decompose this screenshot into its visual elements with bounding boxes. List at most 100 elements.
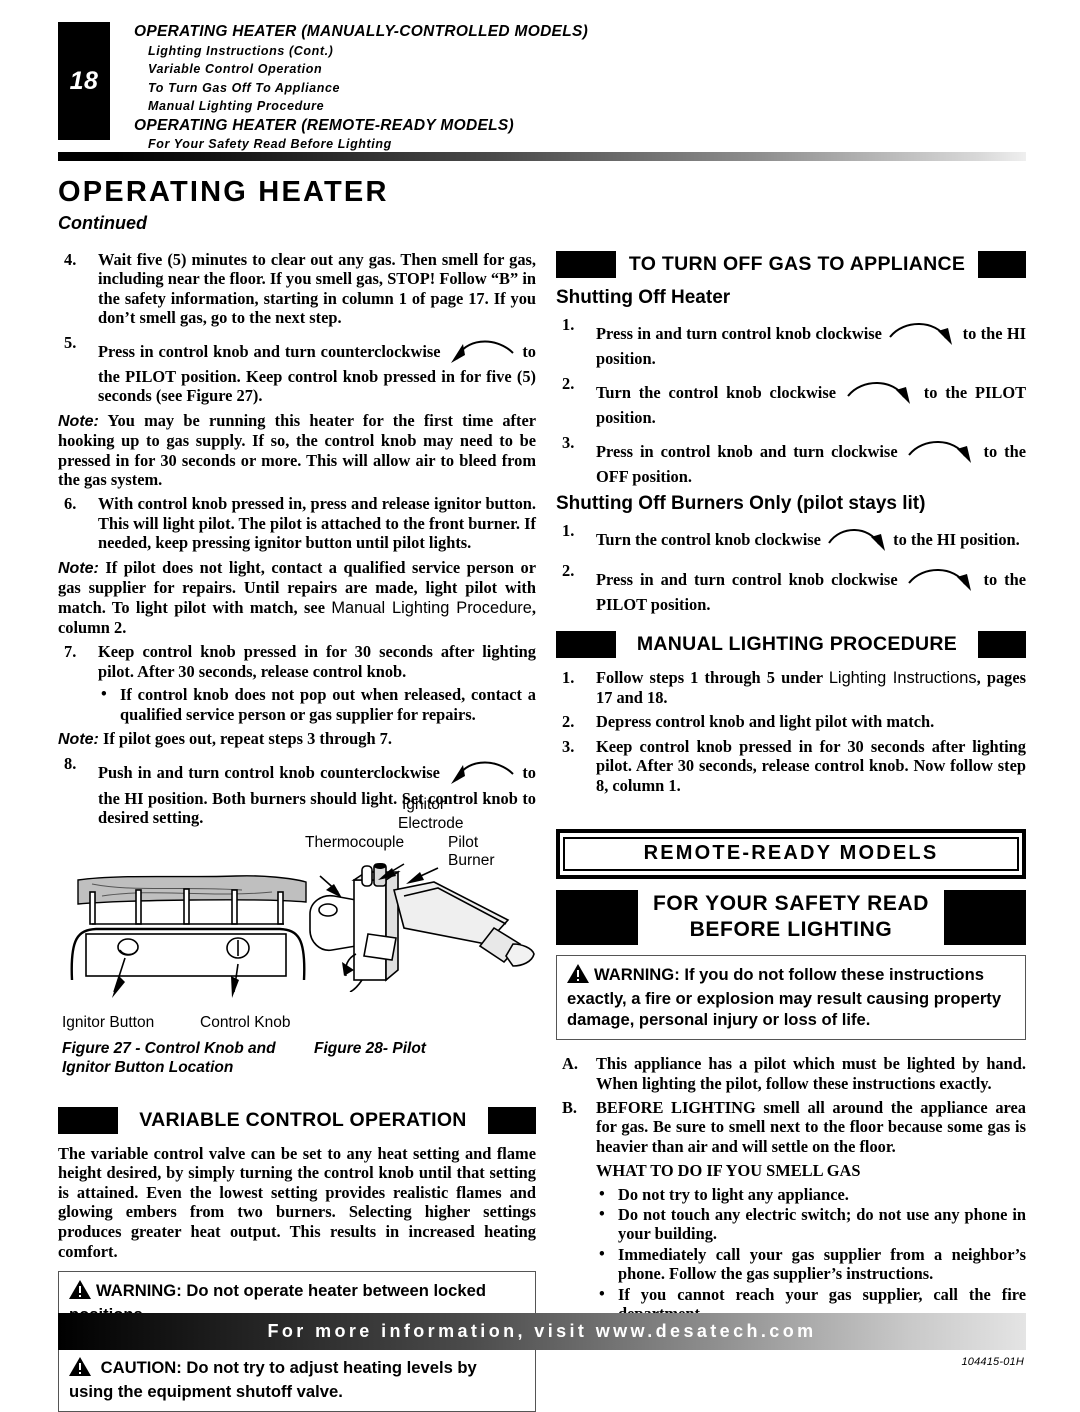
warning-box-follow-instructions: WARNING: If you do not follow these inst… [556,955,1026,1041]
counterclockwise-arrow-icon [445,754,517,788]
lighting-steps-list-3: 7. Keep control knob pressed in for 30 s… [58,642,536,724]
toc-item-6: OPERATING HEATER (REMOTE-READY MODELS) [134,116,514,134]
step-text-part-a: Press in control knob and turn countercl… [98,341,441,361]
note-step5: Note: You may be running this heater for… [58,411,536,490]
shutting-off-burners-steps: 1. Turn the control knob clockwise to th… [556,521,1026,614]
clockwise-arrow-icon [825,521,889,555]
step-number: 2. [562,712,575,732]
subheading-shutting-off-burners: Shutting Off Burners Only (pilot stays l… [556,493,926,515]
item-letter: B. [562,1097,578,1117]
bullet-icon: • [599,1183,605,1203]
clockwise-arrow-icon [905,561,977,595]
variable-control-paragraph: The variable control valve can be set to… [58,1143,536,1261]
item-text: This appliance has a pilot which must be… [596,1054,1026,1093]
step-text-part-a: Follow steps 1 through 5 under [596,667,829,687]
item-text: BEFORE LIGHTING smell all around the app… [596,1097,1026,1156]
figure-27-caption: Figure 27 - Control Knob and Ignitor But… [62,1039,276,1077]
subheading-shutting-off-heater: Shutting Off Heater [556,287,731,308]
step-text-part-a: Press in and turn control knob clockwise [596,324,882,343]
step-number: 7. [64,642,77,662]
list-item: 5. Press in control knob and turn counte… [58,333,536,406]
smell-gas-heading: WHAT TO DO IF YOU SMELL GAS [596,1161,861,1181]
figure-27-label-control-knob: Control Knob [200,1013,291,1031]
step-text-part-a: Push in and turn control knob counterclo… [98,763,440,783]
header-block-left [58,1107,118,1135]
note-label: Note: [58,559,99,577]
header-block-left [556,631,616,659]
bullet-icon: • [101,684,107,704]
step-number: 1. [562,315,575,334]
section-title: FOR YOUR SAFETY READ BEFORE LIGHTING [638,891,944,943]
toc-item-4: To Turn Gas Off To Appliance [148,80,341,95]
step-text: With control knob pressed in, press and … [98,494,536,553]
section-title-line2: BEFORE LIGHTING [689,918,893,942]
figure-28-illustration [309,862,535,992]
step-number: 1. [562,521,575,541]
section-title: VARIABLE CONTROL OPERATION [139,1109,467,1132]
clockwise-arrow-icon [844,374,916,408]
header-toc: OPERATING HEATER (MANUALLY-CONTROLLED MO… [134,22,1014,154]
note-label: Note: [58,730,99,748]
toc-item-2: Lighting Instructions (Cont.) [148,43,334,58]
document-number: 104415-01H [961,1356,1024,1368]
section-title: TO TURN OFF GAS TO APPLIANCE [628,252,966,275]
list-item: 2. Depress control knob and light pilot … [556,712,1026,731]
note-step7: Note: If pilot goes out, repeat steps 3 … [58,729,536,749]
caution-triangle-icon [69,1357,91,1381]
list-item: 3. Press in control knob and turn clockw… [556,433,1026,487]
section-header-manual-lighting: MANUAL LIGHTING PROCEDURE [556,631,1026,659]
caution-box-shutoff-valve: CAUTION: Do not try to adjust heating le… [58,1348,536,1412]
step-number: 4. [64,250,77,269]
list-item: 1. Follow steps 1 through 5 under Lighti… [556,668,1026,708]
figure-28-label-ignitor: Ignitor [402,795,446,813]
cross-reference-lighting-instructions: Lighting Instructions [828,668,977,687]
step-text-part-a: Press in control knob and turn clockwise [596,441,898,461]
clockwise-arrow-icon [905,433,977,467]
list-item: 4. Wait five (5) minutes to clear out an… [58,250,536,328]
section-header-for-your-safety: FOR YOUR SAFETY READ BEFORE LIGHTING [556,889,1026,945]
step-text: Keep control knob pressed in for 30 seco… [596,736,1026,795]
step-number: 5. [64,332,77,352]
step-number: 2. [562,373,575,393]
list-item: 1. Turn the control knob clockwise to th… [556,521,1026,555]
step-text: Wait five (5) minutes to clear out any g… [98,250,536,328]
caution-text: CAUTION: Do not try to adjust heating le… [69,1358,477,1402]
toc-item-3: Variable Control Operation [148,62,323,77]
step-number: 6. [64,494,77,514]
list-item: 2. Press in and turn control knob clockw… [556,561,1026,615]
list-item: 6. With control knob pressed in, press a… [58,494,536,552]
list-item: 3. Keep control knob pressed in for 30 s… [556,737,1026,795]
bullet-text: Do not try to light any appliance. [618,1184,849,1204]
left-column: 4. Wait five (5) minutes to clear out an… [58,250,536,1412]
smell-gas-bullets: • Do not try to light any appliance. • D… [596,1183,1026,1324]
figure-28-caption: Figure 28- Pilot [314,1039,426,1057]
item-letter: A. [562,1054,578,1074]
list-item: 8. Push in and turn control knob counter… [58,754,536,827]
list-item: • If control knob does not pop out when … [98,684,536,724]
section-header-turn-off-gas: TO TURN OFF GAS TO APPLIANCE [556,250,1026,278]
header-block-right [978,250,1026,278]
manual-lighting-steps: 1. Follow steps 1 through 5 under Lighti… [556,668,1026,795]
figure-27-caption-line1: Figure 27 - Control Knob and [62,1039,276,1057]
document-page: 18 OPERATING HEATER (MANUALLY-CONTROLLED… [0,0,1080,1412]
step-text: Keep control knob pressed in for 30 seco… [98,642,536,681]
note-text: If pilot goes out, repeat steps 3 throug… [103,728,392,748]
lighting-steps-list-2: 6. With control knob pressed in, press a… [58,494,536,552]
step-number: 3. [562,432,575,452]
page-header: 18 OPERATING HEATER (MANUALLY-CONTROLLED… [58,22,1026,151]
step7-bullets: • If control knob does not pop out when … [98,684,536,724]
lighting-steps-list-4: 8. Push in and turn control knob counter… [58,754,536,827]
right-column: TO TURN OFF GAS TO APPLIANCE Shutting Of… [556,250,1026,1328]
lighting-steps-list: 4. Wait five (5) minutes to clear out an… [58,250,536,406]
page-title: OPERATING HEATER [58,176,389,208]
page-subtitle: Continued [58,213,147,233]
list-item: • Do not touch any electric switch; do n… [596,1204,1026,1244]
bullet-icon: • [599,1283,605,1303]
band-title: REMOTE-READY MODELS [563,837,1019,872]
figure-27-label-ignitor-button: Ignitor Button [62,1013,155,1031]
list-item: 1. Press in and turn control knob clockw… [556,315,1026,369]
band-remote-ready-models: REMOTE-READY MODELS [556,829,1026,880]
section-title-line1: FOR YOUR SAFETY READ [652,892,930,916]
bullet-text: Do not touch any electric switch; do not… [618,1204,1026,1244]
list-item: • Do not try to light any appliance. [596,1183,1026,1204]
